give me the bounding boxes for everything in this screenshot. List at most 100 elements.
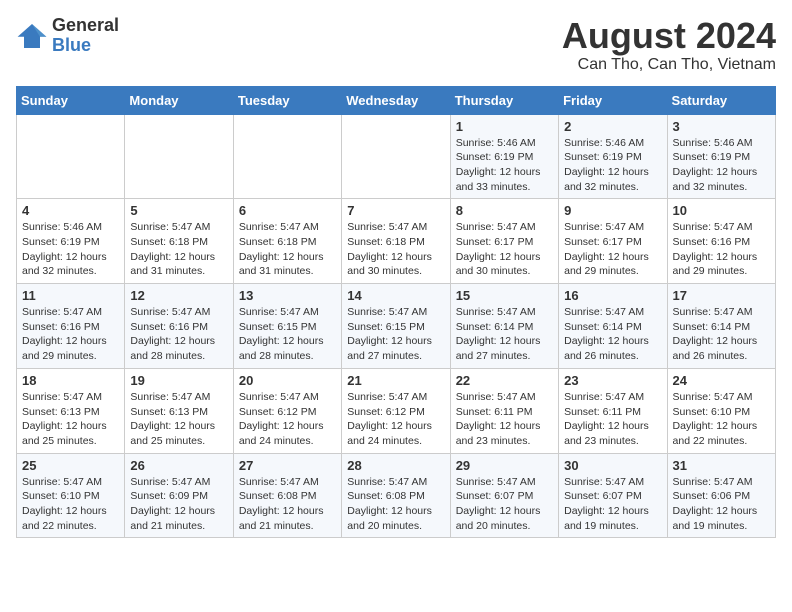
calendar-cell — [17, 114, 125, 199]
calendar-cell: 19Sunrise: 5:47 AM Sunset: 6:13 PM Dayli… — [125, 368, 233, 453]
calendar-cell: 17Sunrise: 5:47 AM Sunset: 6:14 PM Dayli… — [667, 284, 775, 369]
title-block: August 2024 Can Tho, Can Tho, Vietnam — [562, 16, 776, 74]
day-info: Sunrise: 5:47 AM Sunset: 6:14 PM Dayligh… — [456, 305, 553, 364]
calendar-cell — [233, 114, 341, 199]
calendar-cell: 28 Sunrise: 5:47 AM Sunset: 6:08 PM Dayli… — [342, 453, 450, 538]
logo-text: General Blue — [52, 16, 119, 56]
calendar-table: SundayMondayTuesdayWednesdayThursdayFrid… — [16, 86, 776, 539]
day-of-week-tuesday: Tuesday — [233, 86, 341, 114]
day-number: 4 — [22, 203, 119, 218]
day-number: 28 — [347, 458, 444, 473]
calendar-cell: 26Sunrise: 5:47 AM Sunset: 6:09 PM Dayli… — [125, 453, 233, 538]
day-number: 9 — [564, 203, 661, 218]
day-info: Sunrise: 5:47 AM Sunset: 6:14 PM Dayligh… — [564, 305, 661, 364]
day-info: Sunrise: 5:47 AM Sunset: 6:06 PM Dayligh… — [673, 475, 770, 534]
month-year: August 2024 — [562, 16, 776, 56]
day-info: Sunrise: 5:47 AM Sunset: 6:13 PM Dayligh… — [130, 390, 227, 449]
day-info: Sunrise: 5:47 AM Sunset: 6:13 PM Dayligh… — [22, 390, 119, 449]
day-number: 24 — [673, 373, 770, 388]
calendar-cell: 14 Sunrise: 5:47 AM Sunset: 6:15 PM Dayli… — [342, 284, 450, 369]
day-number: 21 — [347, 373, 444, 388]
day-of-week-sunday: Sunday — [17, 86, 125, 114]
day-info: Sunrise: 5:47 AM Sunset: 6:16 PM Dayligh… — [22, 305, 119, 364]
calendar-cell: 1Sunrise: 5:46 AM Sunset: 6:19 PM Daylig… — [450, 114, 558, 199]
calendar-header: SundayMondayTuesdayWednesdayThursdayFrid… — [17, 86, 776, 114]
calendar-cell: 27 Sunrise: 5:47 AM Sunset: 6:08 PM Dayli… — [233, 453, 341, 538]
calendar-cell: 7 Sunrise: 5:47 AM Sunset: 6:18 PM Daylig… — [342, 199, 450, 284]
calendar-cell: 10Sunrise: 5:47 AM Sunset: 6:16 PM Dayli… — [667, 199, 775, 284]
calendar-body: 1Sunrise: 5:46 AM Sunset: 6:19 PM Daylig… — [17, 114, 776, 538]
day-info: Sunrise: 5:47 AM Sunset: 6:07 PM Dayligh… — [564, 475, 661, 534]
day-number: 15 — [456, 288, 553, 303]
logo-blue: Blue — [52, 35, 91, 55]
calendar-cell: 3Sunrise: 5:46 AM Sunset: 6:19 PM Daylig… — [667, 114, 775, 199]
calendar-cell: 23 Sunrise: 5:47 AM Sunset: 6:11 PM Dayli… — [559, 368, 667, 453]
day-number: 27 — [239, 458, 336, 473]
day-number: 8 — [456, 203, 553, 218]
calendar-cell: 20 Sunrise: 5:47 AM Sunset: 6:12 PM Dayli… — [233, 368, 341, 453]
calendar-cell: 4Sunrise: 5:46 AM Sunset: 6:19 PM Daylig… — [17, 199, 125, 284]
day-of-week-wednesday: Wednesday — [342, 86, 450, 114]
day-number: 29 — [456, 458, 553, 473]
day-number: 18 — [22, 373, 119, 388]
logo: General Blue — [16, 16, 119, 56]
day-number: 12 — [130, 288, 227, 303]
calendar-cell: 15 Sunrise: 5:47 AM Sunset: 6:14 PM Dayli… — [450, 284, 558, 369]
day-of-week-thursday: Thursday — [450, 86, 558, 114]
calendar-cell: 25Sunrise: 5:47 AM Sunset: 6:10 PM Dayli… — [17, 453, 125, 538]
calendar-cell: 5Sunrise: 5:47 AM Sunset: 6:18 PM Daylig… — [125, 199, 233, 284]
day-number: 30 — [564, 458, 661, 473]
day-info: Sunrise: 5:47 AM Sunset: 6:07 PM Dayligh… — [456, 475, 553, 534]
day-number: 2 — [564, 119, 661, 134]
week-row-2: 4Sunrise: 5:46 AM Sunset: 6:19 PM Daylig… — [17, 199, 776, 284]
calendar-cell: 30 Sunrise: 5:47 AM Sunset: 6:07 PM Dayli… — [559, 453, 667, 538]
calendar-cell: 9Sunrise: 5:47 AM Sunset: 6:17 PM Daylig… — [559, 199, 667, 284]
calendar-cell: 24 Sunrise: 5:47 AM Sunset: 6:10 PM Dayli… — [667, 368, 775, 453]
day-number: 31 — [673, 458, 770, 473]
logo-icon — [16, 22, 48, 50]
calendar-cell: 6Sunrise: 5:47 AM Sunset: 6:18 PM Daylig… — [233, 199, 341, 284]
calendar-cell: 31 Sunrise: 5:47 AM Sunset: 6:06 PM Dayli… — [667, 453, 775, 538]
day-number: 7 — [347, 203, 444, 218]
calendar-cell: 8 Sunrise: 5:47 AM Sunset: 6:17 PM Daylig… — [450, 199, 558, 284]
day-info: Sunrise: 5:47 AM Sunset: 6:15 PM Dayligh… — [347, 305, 444, 364]
day-number: 17 — [673, 288, 770, 303]
calendar-cell — [342, 114, 450, 199]
week-row-5: 25Sunrise: 5:47 AM Sunset: 6:10 PM Dayli… — [17, 453, 776, 538]
day-of-week-saturday: Saturday — [667, 86, 775, 114]
day-info: Sunrise: 5:47 AM Sunset: 6:17 PM Dayligh… — [456, 220, 553, 279]
day-info: Sunrise: 5:47 AM Sunset: 6:12 PM Dayligh… — [239, 390, 336, 449]
calendar-cell: 12Sunrise: 5:47 AM Sunset: 6:16 PM Dayli… — [125, 284, 233, 369]
calendar-cell: 29 Sunrise: 5:47 AM Sunset: 6:07 PM Dayli… — [450, 453, 558, 538]
calendar-cell: 16 Sunrise: 5:47 AM Sunset: 6:14 PM Dayli… — [559, 284, 667, 369]
day-info: Sunrise: 5:46 AM Sunset: 6:19 PM Dayligh… — [456, 136, 553, 195]
day-info: Sunrise: 5:47 AM Sunset: 6:18 PM Dayligh… — [239, 220, 336, 279]
calendar-cell: 18 Sunrise: 5:47 AM Sunset: 6:13 PM Dayli… — [17, 368, 125, 453]
day-number: 23 — [564, 373, 661, 388]
day-number: 13 — [239, 288, 336, 303]
week-row-4: 18 Sunrise: 5:47 AM Sunset: 6:13 PM Dayli… — [17, 368, 776, 453]
day-number: 16 — [564, 288, 661, 303]
day-number: 14 — [347, 288, 444, 303]
day-info: Sunrise: 5:47 AM Sunset: 6:18 PM Dayligh… — [347, 220, 444, 279]
day-number: 26 — [130, 458, 227, 473]
day-info: Sunrise: 5:47 AM Sunset: 6:11 PM Dayligh… — [564, 390, 661, 449]
day-info: Sunrise: 5:47 AM Sunset: 6:08 PM Dayligh… — [239, 475, 336, 534]
calendar-cell — [125, 114, 233, 199]
page-header: General Blue August 2024 Can Tho, Can Th… — [16, 16, 776, 74]
day-info: Sunrise: 5:47 AM Sunset: 6:16 PM Dayligh… — [673, 220, 770, 279]
location: Can Tho, Can Tho, Vietnam — [562, 56, 776, 74]
calendar-cell: 21Sunrise: 5:47 AM Sunset: 6:12 PM Dayli… — [342, 368, 450, 453]
day-info: Sunrise: 5:47 AM Sunset: 6:18 PM Dayligh… — [130, 220, 227, 279]
calendar-cell: 2Sunrise: 5:46 AM Sunset: 6:19 PM Daylig… — [559, 114, 667, 199]
day-info: Sunrise: 5:47 AM Sunset: 6:08 PM Dayligh… — [347, 475, 444, 534]
day-info: Sunrise: 5:47 AM Sunset: 6:10 PM Dayligh… — [673, 390, 770, 449]
week-row-1: 1Sunrise: 5:46 AM Sunset: 6:19 PM Daylig… — [17, 114, 776, 199]
day-info: Sunrise: 5:47 AM Sunset: 6:15 PM Dayligh… — [239, 305, 336, 364]
day-info: Sunrise: 5:46 AM Sunset: 6:19 PM Dayligh… — [673, 136, 770, 195]
day-number: 25 — [22, 458, 119, 473]
day-number: 20 — [239, 373, 336, 388]
day-number: 22 — [456, 373, 553, 388]
calendar-cell: 22Sunrise: 5:47 AM Sunset: 6:11 PM Dayli… — [450, 368, 558, 453]
calendar-cell: 11Sunrise: 5:47 AM Sunset: 6:16 PM Dayli… — [17, 284, 125, 369]
